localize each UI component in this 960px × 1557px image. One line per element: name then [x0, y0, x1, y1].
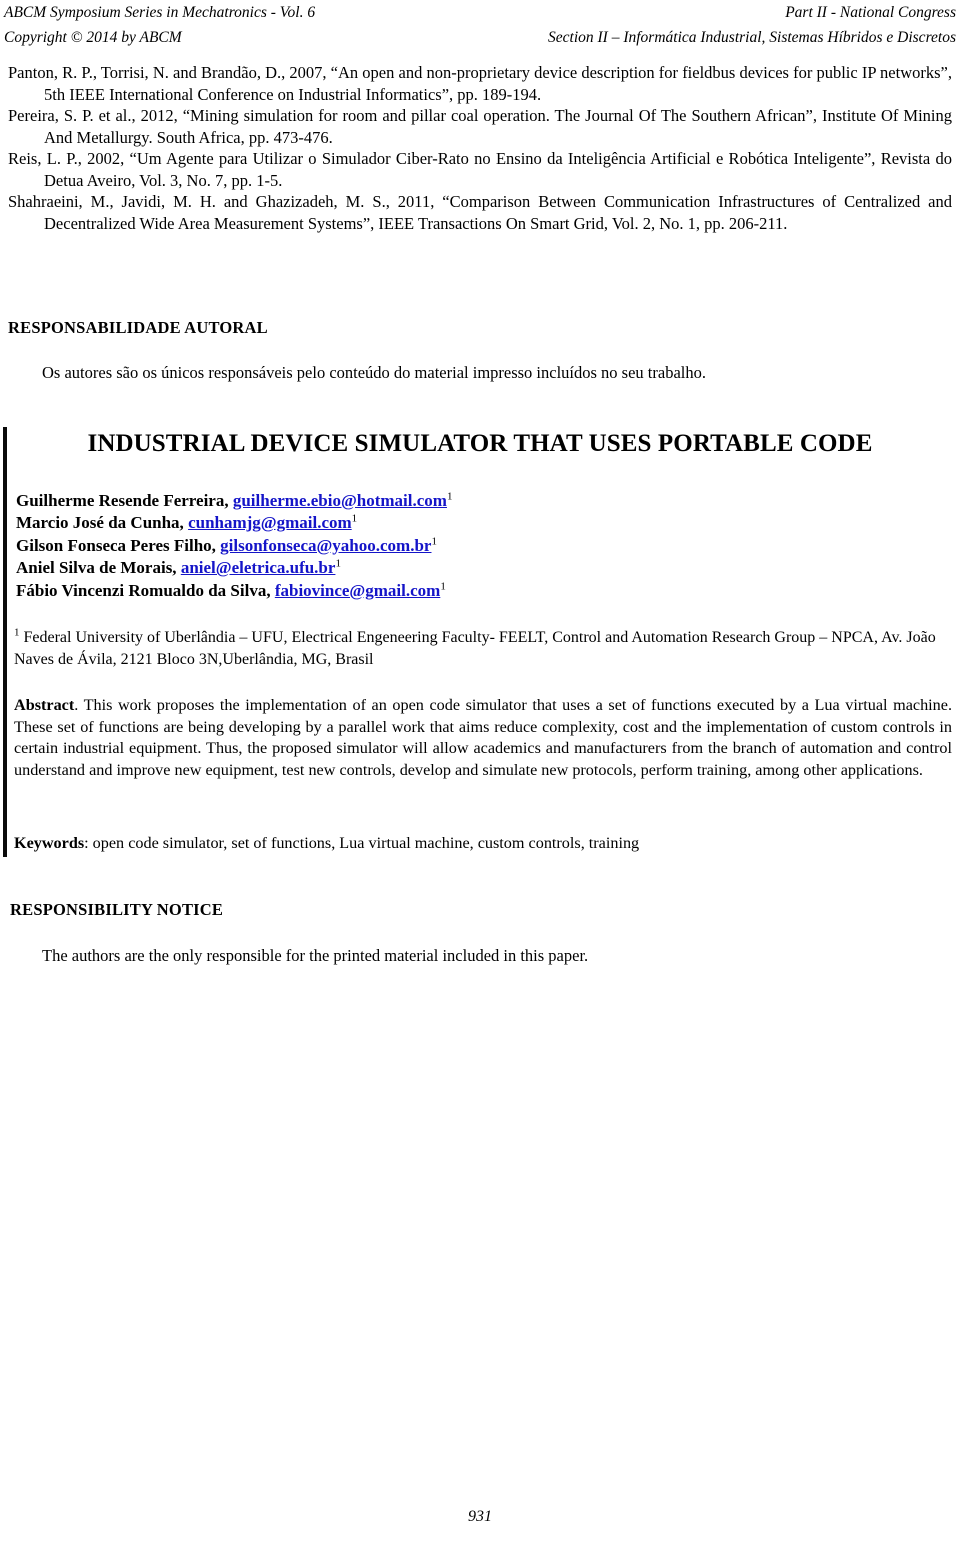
- abstract-label: Abstract: [14, 696, 75, 714]
- header-part-label: Part II - National Congress: [785, 4, 956, 21]
- page-number: 931: [468, 1508, 492, 1525]
- keywords-block: Keywords: open code simulator, set of fu…: [14, 833, 944, 855]
- keywords-label: Keywords: [14, 834, 85, 852]
- author-entry: Marcio José da Cunha, cunhamjg@gmail.com…: [16, 512, 916, 534]
- author-name: Marcio José da Cunha,: [16, 513, 184, 533]
- author-name: Aniel Silva de Morais,: [16, 558, 177, 578]
- author-email-link[interactable]: cunhamjg@gmail.com: [188, 513, 352, 532]
- author-email-link[interactable]: gilsonfonseca@yahoo.com.br: [220, 536, 431, 555]
- page-title: INDUSTRIAL DEVICE SIMULATOR THAT USES PO…: [87, 430, 873, 457]
- revision-change-bar: [3, 427, 7, 857]
- reference-item: Shahraeini, M., Javidi, M. H. and Ghaziz…: [8, 192, 952, 233]
- author-affiliation-mark: 1: [440, 579, 446, 592]
- author-name: Gilson Fonseca Peres Filho,: [16, 535, 216, 555]
- affiliation-block: 1 Federal University of Uberlândia – UFU…: [14, 627, 950, 670]
- author-entry: Fábio Vincenzi Romualdo da Silva, fabiov…: [16, 580, 916, 602]
- header-copyright: Copyright © 2014 by ABCM: [4, 29, 182, 46]
- author-email-link[interactable]: aniel@eletrica.ufu.br: [181, 558, 336, 577]
- author-email-link[interactable]: fabiovince@gmail.com: [275, 581, 440, 600]
- abstract-text: . This work proposes the implementation …: [14, 696, 952, 779]
- affiliation-text: Federal University of Uberlândia – UFU, …: [14, 629, 936, 668]
- reference-item: Reis, L. P., 2002, “Um Agente para Utili…: [8, 149, 952, 190]
- paragraph-responsibility-notice: The authors are the only responsible for…: [42, 946, 589, 965]
- author-name: Guilherme Resende Ferreira,: [16, 491, 229, 510]
- reference-item: Pereira, S. P. et al., 2012, “Mining sim…: [8, 106, 952, 147]
- affiliation-mark: 1: [14, 626, 20, 639]
- paragraph-responsabilidade-autoral: Os autores são os únicos responsáveis pe…: [42, 363, 706, 382]
- document-page: ABCM Symposium Series in Mechatronics - …: [0, 0, 960, 1557]
- running-header-row-1: ABCM Symposium Series in Mechatronics - …: [0, 0, 960, 25]
- abstract-block: Abstract. This work proposes the impleme…: [14, 695, 952, 781]
- keywords-text: : open code simulator, set of functions,…: [84, 834, 640, 852]
- author-entry: Guilherme Resende Ferreira, guilherme.eb…: [16, 490, 916, 512]
- heading-responsabilidade-autoral: RESPONSABILIDADE AUTORAL: [8, 318, 268, 337]
- author-affiliation-mark: 1: [431, 535, 437, 548]
- author-entry: Aniel Silva de Morais, aniel@eletrica.uf…: [16, 557, 916, 579]
- author-list: Guilherme Resende Ferreira, guilherme.eb…: [16, 490, 916, 602]
- author-affiliation-mark: 1: [446, 490, 453, 503]
- author-affiliation-mark: 1: [335, 557, 341, 570]
- author-email-link[interactable]: guilherme.ebio@hotmail.com: [233, 491, 447, 510]
- running-header-row-2: Copyright © 2014 by ABCM Section II – In…: [0, 25, 960, 50]
- author-name: Fábio Vincenzi Romualdo da Silva,: [16, 580, 271, 600]
- running-header: ABCM Symposium Series in Mechatronics - …: [0, 0, 960, 52]
- header-series-title: ABCM Symposium Series in Mechatronics - …: [4, 4, 316, 21]
- heading-responsibility-notice: RESPONSIBILITY NOTICE: [10, 900, 224, 919]
- header-section-label: Section II – Informática Industrial, Sis…: [548, 29, 956, 46]
- reference-item: Panton, R. P., Torrisi, N. and Brandão, …: [8, 63, 952, 104]
- references-list: Panton, R. P., Torrisi, N. and Brandão, …: [8, 62, 952, 234]
- author-affiliation-mark: 1: [351, 512, 358, 525]
- author-entry: Gilson Fonseca Peres Filho, gilsonfonsec…: [16, 535, 916, 557]
